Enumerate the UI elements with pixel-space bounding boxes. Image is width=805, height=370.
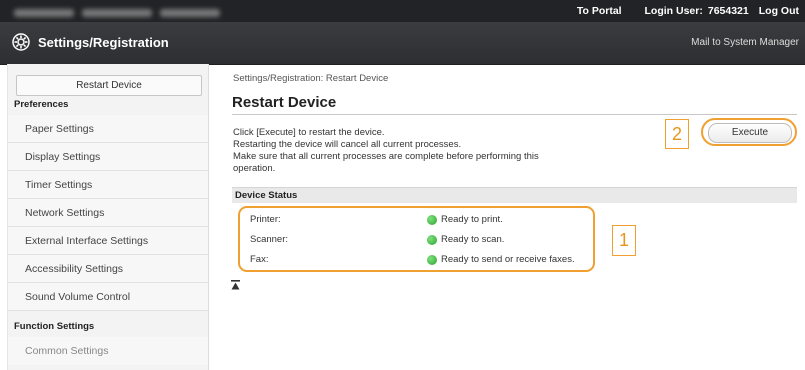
status-row-fax: Fax: Ready to send or receive faxes. bbox=[250, 253, 590, 267]
status-label: Scanner: bbox=[250, 234, 289, 245]
status-row-printer: Printer: Ready to print. bbox=[250, 213, 590, 227]
top-links: To Portal Login User: 7654321 Log Out bbox=[577, 0, 799, 22]
sidebar-item-timer-settings[interactable]: Timer Settings bbox=[8, 171, 208, 199]
status-label: Fax: bbox=[250, 254, 269, 265]
description-line: Click [Execute] to restart the device. bbox=[233, 127, 385, 138]
sidebar-item-paper-settings[interactable]: Paper Settings bbox=[8, 115, 208, 143]
device-status-heading: Device Status bbox=[232, 187, 797, 203]
status-ok-icon bbox=[427, 215, 437, 225]
function-settings-heading: Function Settings bbox=[14, 321, 95, 332]
description-line: operation. bbox=[233, 163, 276, 174]
description-line: Make sure that all current processes are… bbox=[233, 151, 539, 162]
login-user-value: 7654321 bbox=[707, 5, 749, 17]
logout-link[interactable]: Log Out bbox=[759, 5, 799, 17]
sidebar-item-external-interface-settings[interactable]: External Interface Settings bbox=[8, 227, 208, 255]
status-ok-icon bbox=[427, 235, 437, 245]
execute-button[interactable]: Execute bbox=[708, 123, 792, 143]
title-bar: Settings/Registration Mail to System Man… bbox=[0, 22, 805, 65]
sidebar-item-accessibility-settings[interactable]: Accessibility Settings bbox=[8, 255, 208, 283]
mail-to-system-manager-link[interactable]: Mail to System Manager bbox=[691, 37, 799, 48]
callout-number-2: 2 bbox=[665, 119, 689, 149]
top-bar: To Portal Login User: 7654321 Log Out bbox=[0, 0, 805, 22]
description: Click [Execute] to restart the device. R… bbox=[233, 127, 613, 175]
breadcrumb: Settings/Registration: Restart Device bbox=[233, 73, 389, 84]
device-name-blurred bbox=[14, 4, 244, 17]
sidebar-item-sound-volume-control[interactable]: Sound Volume Control bbox=[8, 283, 208, 311]
execute-highlight: Execute bbox=[701, 118, 797, 146]
sidebar-item-display-settings[interactable]: Display Settings bbox=[8, 143, 208, 171]
callout-number-1: 1 bbox=[612, 225, 636, 256]
status-ok-icon bbox=[427, 255, 437, 265]
status-value: Ready to scan. bbox=[441, 234, 505, 245]
sidebar-item-common-settings[interactable]: Common Settings bbox=[8, 337, 208, 365]
page-title: Restart Device bbox=[232, 94, 337, 111]
description-line: Restarting the device will cancel all cu… bbox=[233, 139, 462, 150]
title-divider bbox=[232, 114, 797, 115]
sidebar: Restart Device Preferences Paper Setting… bbox=[7, 64, 209, 370]
back-to-top-icon[interactable] bbox=[231, 280, 240, 290]
device-status-highlight: Printer: Ready to print. Scanner: Ready … bbox=[238, 206, 595, 272]
preferences-heading: Preferences bbox=[14, 99, 69, 110]
status-label: Printer: bbox=[250, 214, 281, 225]
sidebar-item-network-settings[interactable]: Network Settings bbox=[8, 199, 208, 227]
login-user-label: Login User: bbox=[644, 5, 703, 17]
page-header-title: Settings/Registration bbox=[38, 35, 169, 50]
status-row-scanner: Scanner: Ready to scan. bbox=[250, 233, 590, 247]
status-value: Ready to print. bbox=[441, 214, 503, 225]
restart-device-button[interactable]: Restart Device bbox=[16, 75, 202, 96]
settings-gear-icon bbox=[12, 33, 30, 51]
to-portal-link[interactable]: To Portal bbox=[577, 5, 622, 17]
status-value: Ready to send or receive faxes. bbox=[441, 254, 575, 265]
